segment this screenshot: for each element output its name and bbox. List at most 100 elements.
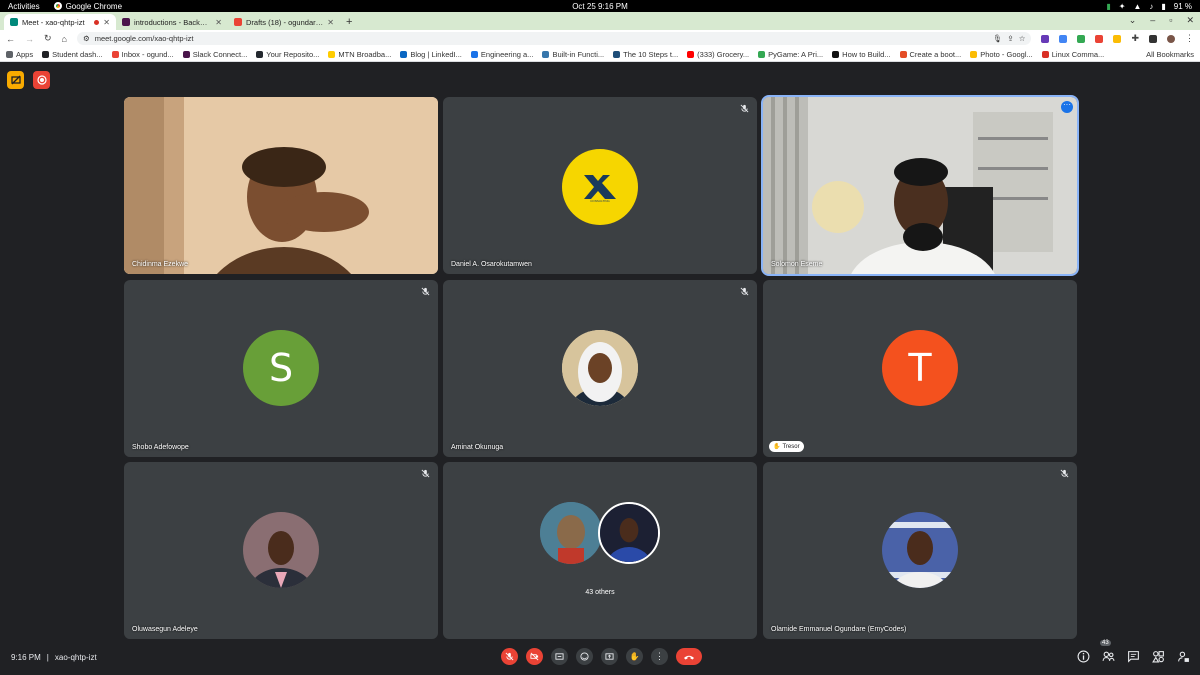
present-screen-button[interactable] — [601, 648, 618, 665]
bookmark-item[interactable]: Linux Comma... — [1041, 50, 1104, 59]
activities-button[interactable] — [1152, 650, 1165, 663]
bookmark-star-icon[interactable]: ☆ — [1019, 34, 1026, 43]
bookmark-favicon-icon — [542, 50, 550, 58]
participant-count-badge: 43 — [1100, 640, 1111, 646]
extension-icon[interactable] — [1041, 34, 1050, 43]
bookmark-item[interactable]: Create a boot... — [899, 50, 961, 59]
close-window-icon[interactable]: ✕ — [1186, 15, 1194, 26]
recording-indicator-icon[interactable] — [33, 71, 50, 89]
home-icon[interactable]: ⌂ — [62, 34, 67, 44]
battery-percent: 91 % — [1173, 1, 1192, 11]
close-icon[interactable]: ✕ — [103, 18, 110, 27]
hand-icon: ✋ — [629, 652, 640, 661]
separator: | — [46, 653, 49, 662]
raise-hand-button[interactable]: ✋ — [626, 648, 643, 665]
extension-icon[interactable] — [1077, 34, 1086, 43]
app-menu[interactable]: Google Chrome — [53, 1, 123, 11]
emoji-icon — [580, 652, 589, 661]
forward-icon[interactable]: → — [25, 34, 34, 44]
tab-gmail[interactable]: Drafts (18) - ogundareoluw ✕ — [228, 14, 340, 30]
bookmark-label: How to Build... — [842, 49, 891, 59]
maximize-icon[interactable]: ▫ — [1169, 15, 1172, 26]
bookmark-item[interactable]: Slack Connect... — [182, 50, 247, 59]
address-bar: ← → ↻ ⌂ ⚙ meet.google.com/xao-qhtp-izt 🎙… — [0, 30, 1200, 47]
chrome-icon — [53, 2, 62, 10]
extensions-puzzle-icon[interactable]: ✚ — [1131, 33, 1139, 44]
participant-tile[interactable]: Aminat Okunuga — [443, 280, 757, 457]
reload-icon[interactable]: ↻ — [44, 33, 52, 44]
system-top-bar: Activities Google Chrome Oct 25 9:16 PM … — [0, 0, 1200, 12]
minimize-icon[interactable]: – — [1150, 15, 1155, 26]
bookmark-item[interactable]: Engineering a... — [470, 50, 533, 59]
all-bookmarks-button[interactable]: All Bookmarks — [1142, 49, 1194, 59]
bookmark-item[interactable]: Photo - Googl... — [970, 50, 1033, 59]
system-clock[interactable]: Oct 25 9:16 PM — [572, 2, 628, 11]
bookmark-item[interactable]: Inbox - ogund... — [111, 49, 174, 59]
hand-icon: ✋ — [773, 444, 781, 450]
participant-name: Aminat Okunuga — [451, 444, 504, 451]
tab-slack[interactable]: introductions - Backend ✕ — [116, 14, 228, 30]
host-controls-button[interactable] — [1177, 650, 1190, 663]
bookmark-label: Inbox - ogund... — [121, 49, 174, 59]
bookmark-item[interactable]: The 10 Steps t... — [613, 50, 678, 59]
participant-tile[interactable]: S Shobo Adefowope — [124, 280, 438, 457]
bookmark-item[interactable]: How to Build... — [832, 49, 891, 59]
more-options-button[interactable]: ⋮ — [651, 648, 668, 665]
participant-tile-active-speaker[interactable]: ··· Solomon Eseme — [761, 95, 1079, 276]
reactions-button[interactable] — [576, 648, 593, 665]
share-icon[interactable]: ⇪ — [1007, 34, 1013, 43]
extension-icon[interactable] — [1059, 34, 1068, 43]
extension-icon[interactable] — [1095, 34, 1104, 43]
people-button[interactable]: 43 — [1100, 640, 1115, 663]
bookmark-item[interactable]: Apps — [6, 50, 33, 59]
bookmark-label: Student dash... — [52, 49, 103, 59]
bookmark-label: PyGame: A Pri... — [768, 49, 824, 59]
bookmark-item[interactable]: MTN Broadba... — [328, 50, 391, 59]
meeting-info-button[interactable] — [1077, 650, 1090, 663]
participant-name: Chidinma Ezekwe — [132, 261, 189, 268]
bookmark-item[interactable]: Blog | LinkedI... — [400, 50, 462, 59]
url-field[interactable]: ⚙ meet.google.com/xao-qhtp-izt 🎙 ⇪ ☆ — [76, 32, 1032, 45]
chat-button[interactable] — [1127, 650, 1140, 663]
bookmark-item[interactable]: Student dash... — [42, 49, 103, 59]
host-controls-icon[interactable] — [7, 71, 24, 89]
bookmark-item[interactable]: (333) Grocery... — [687, 50, 749, 59]
participant-tile[interactable]: T ✋ Tresor — [763, 280, 1077, 457]
extension-icon[interactable] — [1113, 34, 1122, 43]
activities-button[interactable]: Activities — [8, 2, 40, 11]
side-panel-icon[interactable] — [1149, 34, 1157, 43]
name-badge: ✋ Tresor — [769, 441, 804, 452]
profile-avatar[interactable] — [1167, 34, 1175, 43]
others-tile[interactable]: 43 others — [443, 462, 757, 639]
bookmark-item[interactable]: Your Reposito... — [256, 50, 319, 59]
mic-off-icon — [421, 469, 430, 478]
hang-up-icon — [684, 655, 694, 659]
app-name: Google Chrome — [65, 1, 123, 11]
bookmark-item[interactable]: PyGame: A Pri... — [758, 50, 823, 59]
new-tab-button[interactable]: + — [340, 14, 358, 30]
participant-tile[interactable]: Olamide Emmanuel Ogundare (EmyCodes) — [763, 462, 1077, 639]
close-icon[interactable]: ✕ — [215, 18, 222, 27]
participant-tile[interactable]: Oluwasegun Adeleye — [124, 462, 438, 639]
mic-icon[interactable]: 🎙 — [993, 34, 1003, 43]
url-text: meet.google.com/xao-qhtp-izt — [94, 34, 194, 43]
leave-call-button[interactable] — [676, 648, 702, 665]
close-icon[interactable]: ✕ — [327, 18, 334, 27]
site-info-icon[interactable]: ⚙ — [83, 34, 90, 43]
meeting-details: 9:16 PM | xao-qhtp-izt — [11, 653, 97, 662]
system-tray[interactable]: ▮ ✦ ▲ ♪ ▮ 91 % — [1106, 2, 1192, 11]
captions-button[interactable] — [551, 648, 568, 665]
recording-icon — [94, 19, 100, 25]
participant-tile[interactable]: CONSULTING Daniel A. Osarokutamwen — [443, 97, 757, 274]
chrome-menu-icon[interactable]: ⋮ — [1185, 33, 1194, 44]
more-options-icon[interactable]: ··· — [1061, 101, 1073, 113]
back-icon[interactable]: ← — [6, 34, 15, 44]
participant-name: Solomon Eseme — [771, 261, 823, 268]
avatar-initial: T — [908, 346, 932, 390]
bookmark-item[interactable]: Built-in Functi... — [542, 50, 604, 59]
mic-toggle-button[interactable] — [501, 648, 518, 665]
participant-tile[interactable]: Chidinma Ezekwe — [124, 97, 438, 274]
camera-toggle-button[interactable] — [526, 648, 543, 665]
tab-search-icon[interactable]: ⌄ — [1129, 15, 1137, 26]
tab-meet[interactable]: Meet - xao-qhtp-izt ✕ — [4, 14, 116, 30]
